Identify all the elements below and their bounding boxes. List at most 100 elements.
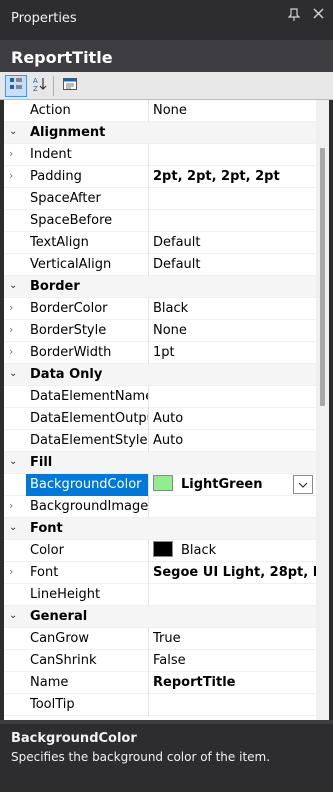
category-row[interactable]: ⌄ Fill: [4, 452, 316, 474]
property-name[interactable]: BorderWidth: [26, 342, 148, 364]
property-value[interactable]: 1pt: [153, 342, 316, 364]
property-row[interactable]: BackgroundColor LightGreen: [4, 474, 316, 496]
property-value[interactable]: Segoe UI Light, 28pt, De: [153, 562, 316, 584]
property-row[interactable]: › Font Segoe UI Light, 28pt, De: [4, 562, 316, 584]
close-icon[interactable]: [313, 8, 324, 23]
expand-chevron-icon[interactable]: ›: [9, 169, 21, 182]
property-value[interactable]: None: [153, 100, 316, 122]
property-row[interactable]: DataElementOutput Auto: [4, 408, 316, 430]
property-value[interactable]: LightGreen: [153, 474, 316, 496]
property-name[interactable]: DataElementOutput: [26, 408, 148, 430]
property-row[interactable]: TextAlign Default: [4, 232, 316, 254]
property-row[interactable]: Color Black: [4, 540, 316, 562]
property-value[interactable]: Auto: [153, 408, 316, 430]
expand-chevron-icon[interactable]: ›: [9, 301, 21, 314]
property-name[interactable]: VerticalAlign: [26, 254, 148, 276]
property-name[interactable]: DataElementName: [26, 386, 148, 408]
property-name[interactable]: Font: [26, 562, 148, 584]
property-value[interactable]: [153, 496, 316, 518]
property-value[interactable]: None: [153, 320, 316, 342]
property-row[interactable]: › BackgroundImage: [4, 496, 316, 518]
property-value-text: Black: [181, 543, 217, 558]
category-row[interactable]: ⌄ Data Only: [4, 364, 316, 386]
property-row[interactable]: › Indent: [4, 144, 316, 166]
property-row[interactable]: Action None: [4, 100, 316, 122]
property-pages-button[interactable]: [59, 75, 81, 97]
property-row[interactable]: CanShrink False: [4, 650, 316, 672]
property-name[interactable]: CanGrow: [26, 628, 148, 650]
property-value-text: Default: [153, 257, 201, 272]
property-name[interactable]: Action: [26, 100, 148, 122]
property-row[interactable]: › BorderStyle None: [4, 320, 316, 342]
expand-chevron-icon[interactable]: ›: [9, 147, 21, 160]
expand-chevron-icon[interactable]: ›: [9, 323, 21, 336]
property-name[interactable]: SpaceAfter: [26, 188, 148, 210]
property-name[interactable]: BackgroundColor: [26, 474, 148, 496]
property-value[interactable]: Auto: [153, 430, 316, 452]
collapse-chevron-icon[interactable]: ⌄: [9, 126, 21, 137]
pin-icon[interactable]: [287, 8, 301, 26]
collapse-chevron-icon[interactable]: ⌄: [9, 280, 21, 291]
property-name[interactable]: TextAlign: [26, 232, 148, 254]
dropdown-button[interactable]: [293, 475, 313, 494]
category-row[interactable]: ⌄ Border: [4, 276, 316, 298]
alphabetical-button[interactable]: A Z: [29, 75, 51, 97]
property-name[interactable]: BorderStyle: [26, 320, 148, 342]
property-value[interactable]: Default: [153, 254, 316, 276]
property-row[interactable]: › Padding 2pt, 2pt, 2pt, 2pt: [4, 166, 316, 188]
property-name[interactable]: BorderColor: [26, 298, 148, 320]
property-value[interactable]: False: [153, 650, 316, 672]
expand-chevron-icon[interactable]: ›: [9, 499, 21, 512]
property-row[interactable]: DataElementName: [4, 386, 316, 408]
category-row[interactable]: ⌄ Alignment: [4, 122, 316, 144]
expand-chevron-icon[interactable]: ›: [9, 345, 21, 358]
property-value-text: Default: [153, 235, 201, 250]
chevron-down-icon: [298, 482, 308, 488]
property-grid[interactable]: Action None ⌄ Alignment › Indent › Padding 2pt, …: [4, 100, 316, 720]
property-value[interactable]: Black: [153, 540, 316, 562]
property-name[interactable]: LineHeight: [26, 584, 148, 606]
property-row[interactable]: LineHeight: [4, 584, 316, 606]
property-value[interactable]: ReportTitle: [153, 672, 316, 694]
property-row[interactable]: › BorderWidth 1pt: [4, 342, 316, 364]
property-value[interactable]: Default: [153, 232, 316, 254]
property-value[interactable]: [153, 188, 316, 210]
collapse-chevron-icon[interactable]: ⌄: [9, 368, 21, 379]
collapse-chevron-icon[interactable]: ⌄: [9, 456, 21, 467]
scrollbar-thumb[interactable]: [320, 148, 325, 406]
property-value[interactable]: 2pt, 2pt, 2pt, 2pt: [153, 166, 316, 188]
description-panel: BackgroundColor Specifies the background…: [0, 724, 333, 792]
property-value[interactable]: [153, 694, 316, 716]
expand-chevron-icon[interactable]: ›: [9, 565, 21, 578]
collapse-chevron-icon[interactable]: ⌄: [9, 610, 21, 621]
property-value[interactable]: [153, 210, 316, 232]
property-row[interactable]: CanGrow True: [4, 628, 316, 650]
categorized-button[interactable]: [5, 75, 27, 97]
property-row[interactable]: VerticalAlign Default: [4, 254, 316, 276]
property-name[interactable]: CanShrink: [26, 650, 148, 672]
property-name[interactable]: DataElementStyle: [26, 430, 148, 452]
property-name[interactable]: Indent: [26, 144, 148, 166]
category-row[interactable]: ⌄ General: [4, 606, 316, 628]
property-name[interactable]: ToolTip: [26, 694, 148, 716]
collapse-chevron-icon[interactable]: ⌄: [9, 522, 21, 533]
property-name[interactable]: Padding: [26, 166, 148, 188]
property-value[interactable]: True: [153, 628, 316, 650]
property-value[interactable]: [153, 584, 316, 606]
property-name[interactable]: Name: [26, 672, 148, 694]
property-row[interactable]: Name ReportTitle: [4, 672, 316, 694]
property-value[interactable]: [153, 144, 316, 166]
property-name[interactable]: Color: [26, 540, 148, 562]
property-row[interactable]: DataElementStyle Auto: [4, 430, 316, 452]
property-name[interactable]: BackgroundImage: [26, 496, 148, 518]
property-value[interactable]: Black: [153, 298, 316, 320]
svg-text:Z: Z: [33, 85, 38, 92]
property-name[interactable]: SpaceBefore: [26, 210, 148, 232]
property-row[interactable]: › BorderColor Black: [4, 298, 316, 320]
category-row[interactable]: ⌄ Font: [4, 518, 316, 540]
property-row[interactable]: ToolTip: [4, 694, 316, 716]
property-row[interactable]: SpaceBefore: [4, 210, 316, 232]
property-row[interactable]: SpaceAfter: [4, 188, 316, 210]
property-value[interactable]: [153, 386, 316, 408]
vertical-scrollbar[interactable]: [316, 100, 329, 720]
